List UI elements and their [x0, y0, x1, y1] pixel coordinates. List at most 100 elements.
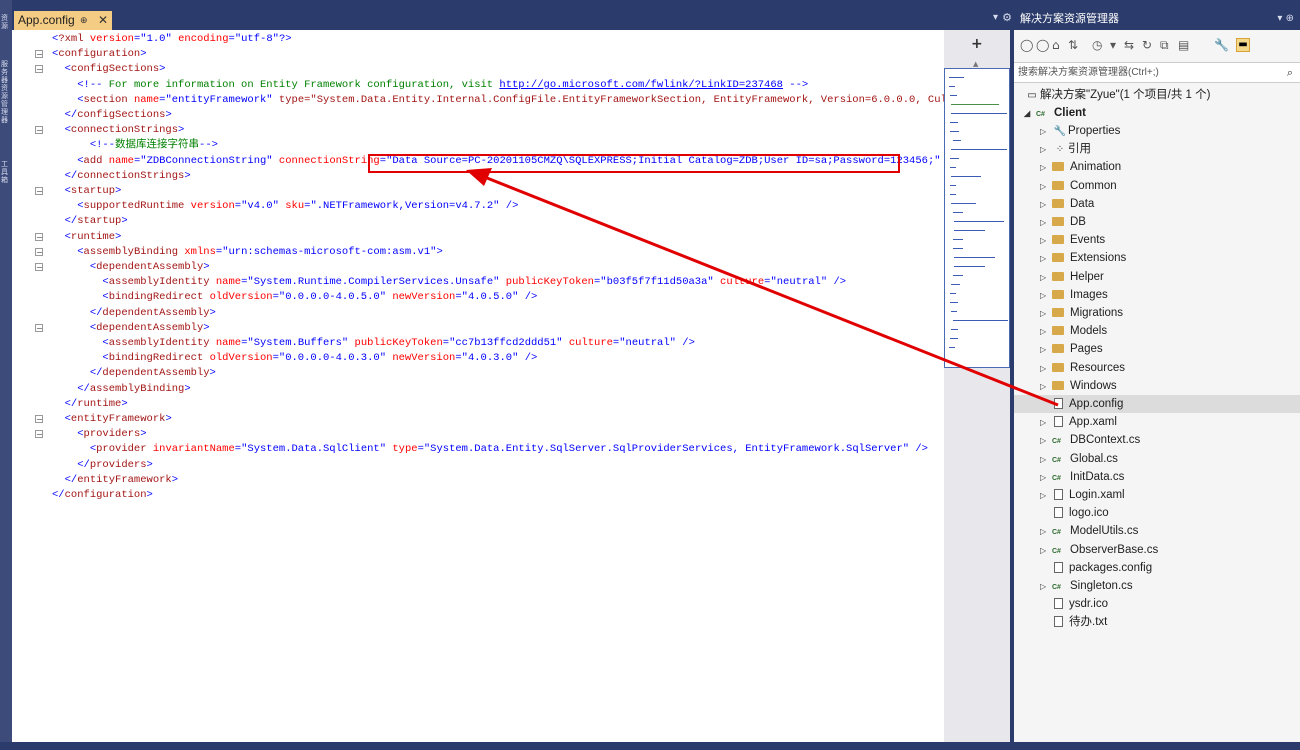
home-icon[interactable]: ⌂ — [1052, 38, 1060, 52]
code-line[interactable]: <provider invariantName="System.Data.Sql… — [52, 442, 928, 457]
expand-arrow-icon[interactable]: ▷ — [1040, 269, 1052, 287]
code-line[interactable]: <providers> — [52, 427, 146, 442]
code-line[interactable]: <configuration> — [52, 47, 147, 62]
expand-arrow-icon[interactable]: ▷ — [1040, 432, 1052, 450]
tree-item[interactable]: ▷ Login.xaml — [1040, 486, 1125, 504]
expand-arrow-icon[interactable]: ▷ — [1040, 523, 1052, 541]
fold-toggle-icon[interactable]: − — [35, 430, 43, 439]
code-line[interactable]: <!-- For more information on Entity Fram… — [52, 78, 808, 93]
expand-arrow-icon[interactable]: ▷ — [1040, 196, 1052, 214]
panel-controls[interactable]: ▾ ⊕ — [1277, 8, 1294, 30]
tree-item[interactable]: 待办.txt — [1040, 613, 1107, 631]
left-strip-item-1[interactable]: 资源 — [1, 14, 11, 30]
tree-item[interactable]: ▷ ⁘ 引用 — [1040, 140, 1091, 158]
preview-toggle-icon[interactable]: ▬ — [1236, 38, 1250, 52]
expand-arrow-icon[interactable]: ▷ — [1040, 451, 1052, 469]
expand-arrow-icon[interactable] — [1040, 396, 1052, 414]
fold-toggle-icon[interactable]: − — [35, 65, 43, 74]
tree-item[interactable]: ▷ C# ObserverBase.cs — [1040, 541, 1158, 559]
code-editor[interactable]: App.config ⊕ ✕ ▾ ⚙ − − − − − − − − − − <?xml vers… — [12, 8, 1012, 742]
expand-arrow-icon[interactable]: ▷ — [1040, 159, 1052, 177]
expand-arrow-icon[interactable]: ▷ — [1040, 178, 1052, 196]
left-strip-item-2[interactable]: 服务器资源管理器 — [1, 60, 11, 124]
solution-search-input[interactable]: 搜索解决方案资源管理器(Ctrl+;) ⌕ — [1014, 63, 1300, 83]
tree-item[interactable]: ▷ C# ModelUtils.cs — [1040, 522, 1138, 540]
tree-item[interactable]: ▷ Data — [1040, 195, 1094, 213]
expand-arrow-icon[interactable] — [1040, 596, 1052, 614]
tree-item[interactable]: ▷ Helper — [1040, 268, 1104, 286]
tree-item[interactable]: logo.ico — [1040, 504, 1109, 522]
code-line[interactable]: <!--数据库连接字符串--> — [52, 138, 218, 153]
sync-icon[interactable]: ⇆ — [1124, 38, 1134, 52]
code-line[interactable]: </entityFramework> — [52, 473, 178, 488]
search-icon[interactable]: ⌕ — [1282, 63, 1298, 83]
expand-arrow-icon[interactable]: ▷ — [1040, 250, 1052, 268]
vertical-scrollbar[interactable]: + ▲ — [944, 30, 1010, 742]
tree-item[interactable]: App.config — [1014, 395, 1300, 413]
expand-arrow-icon[interactable]: ▷ — [1040, 414, 1052, 432]
code-line[interactable]: <dependentAssembly> — [52, 321, 210, 336]
expand-arrow-icon[interactable]: ▷ — [1040, 323, 1052, 341]
code-line[interactable]: <startup> — [52, 184, 122, 199]
chevron-down-icon[interactable]: ▾ — [993, 12, 998, 23]
expand-arrow-icon[interactable]: ▷ — [1040, 469, 1052, 487]
expand-arrow-icon[interactable]: ▷ — [1040, 123, 1052, 141]
expand-arrow-icon[interactable]: ▷ — [1040, 360, 1052, 378]
tree-item[interactable]: ▷ C# Global.cs — [1040, 450, 1118, 468]
expand-arrow-icon[interactable]: ▷ — [1040, 287, 1052, 305]
tree-item[interactable]: ▷ Images — [1040, 286, 1108, 304]
expand-arrow-icon[interactable]: ▷ — [1040, 141, 1052, 159]
code-line[interactable]: <assemblyIdentity name="System.Buffers" … — [52, 336, 694, 351]
expand-arrow-icon[interactable]: ▷ — [1040, 378, 1052, 396]
tree-item[interactable]: ysdr.ico — [1040, 595, 1108, 613]
tree-item[interactable]: ▷ Windows — [1040, 377, 1117, 395]
tree-item[interactable]: ▷ C# Singleton.cs — [1040, 577, 1133, 595]
code-line[interactable]: </providers> — [52, 458, 153, 473]
tree-item[interactable]: ▷ Models — [1040, 322, 1107, 340]
code-line[interactable]: <dependentAssembly> — [52, 260, 210, 275]
tree-item[interactable]: ▷ Resources — [1040, 359, 1125, 377]
tree-item[interactable]: ▷ DB — [1040, 213, 1086, 231]
code-line[interactable]: </connectionStrings> — [52, 169, 191, 184]
show-all-files-icon[interactable]: ▤ — [1178, 38, 1189, 52]
code-line[interactable]: <bindingRedirect oldVersion="0.0.0.0-4.0… — [52, 351, 537, 366]
left-tool-strip[interactable]: 资源 服务器资源管理器 工具箱 — [0, 0, 12, 750]
code-line[interactable]: </dependentAssembly> — [52, 366, 216, 381]
tree-item[interactable]: ▷ Animation — [1040, 158, 1121, 176]
properties-wrench-icon[interactable]: 🔧 — [1214, 38, 1229, 52]
tab-app-config[interactable]: App.config ⊕ ✕ — [14, 11, 112, 30]
expand-arrow-icon[interactable]: ▷ — [1040, 578, 1052, 596]
expand-arrow-icon[interactable] — [1040, 614, 1052, 632]
code-line[interactable]: <entityFramework> — [52, 412, 172, 427]
tree-item[interactable]: packages.config — [1040, 559, 1152, 577]
code-line[interactable]: <runtime> — [52, 230, 122, 245]
fold-toggle-icon[interactable]: − — [35, 232, 43, 241]
expand-arrow-icon[interactable]: ▷ — [1040, 232, 1052, 250]
project-node[interactable]: ◢ C# Client — [1024, 104, 1086, 122]
pin-icon[interactable]: ⊕ — [80, 11, 88, 30]
split-plus-icon[interactable]: + — [971, 36, 983, 52]
tree-item[interactable]: ▷ Extensions — [1040, 249, 1126, 267]
tree-item[interactable]: ▷ Pages — [1040, 340, 1103, 358]
code-line[interactable]: <assemblyBinding xmlns="urn:schemas-micr… — [52, 245, 443, 260]
expand-arrow-icon[interactable]: ▷ — [1040, 214, 1052, 232]
expand-arrow-icon[interactable] — [1040, 560, 1052, 578]
code-line[interactable]: </runtime> — [52, 397, 128, 412]
scroll-up-icon[interactable]: ▲ — [973, 60, 978, 68]
dropdown-icon[interactable]: ▾ — [1110, 38, 1116, 52]
tree-item[interactable]: ▷ Events — [1040, 231, 1105, 249]
tree-item[interactable]: ▷ App.xaml — [1040, 413, 1117, 431]
tree-item[interactable]: ▷ 🔧 Properties — [1040, 122, 1120, 140]
left-strip-item-3[interactable]: 工具箱 — [1, 160, 11, 184]
forward-icon[interactable]: ◯ — [1036, 38, 1049, 52]
code-line[interactable]: </configuration> — [52, 488, 153, 503]
code-line[interactable]: <supportedRuntime version="v4.0" sku=".N… — [52, 199, 518, 214]
fold-toggle-icon[interactable]: − — [35, 247, 43, 256]
tree-item[interactable]: ▷ Common — [1040, 177, 1117, 195]
collapse-arrow-icon[interactable]: ◢ — [1024, 105, 1036, 123]
tree-item[interactable]: ▷ Migrations — [1040, 304, 1123, 322]
code-area[interactable]: <?xml version="1.0" encoding="utf-8"?> <c… — [48, 30, 944, 742]
code-line[interactable]: </assemblyBinding> — [52, 382, 190, 397]
code-line[interactable]: <bindingRedirect oldVersion="0.0.0.0-4.0… — [52, 290, 537, 305]
expand-arrow-icon[interactable]: ▷ — [1040, 305, 1052, 323]
